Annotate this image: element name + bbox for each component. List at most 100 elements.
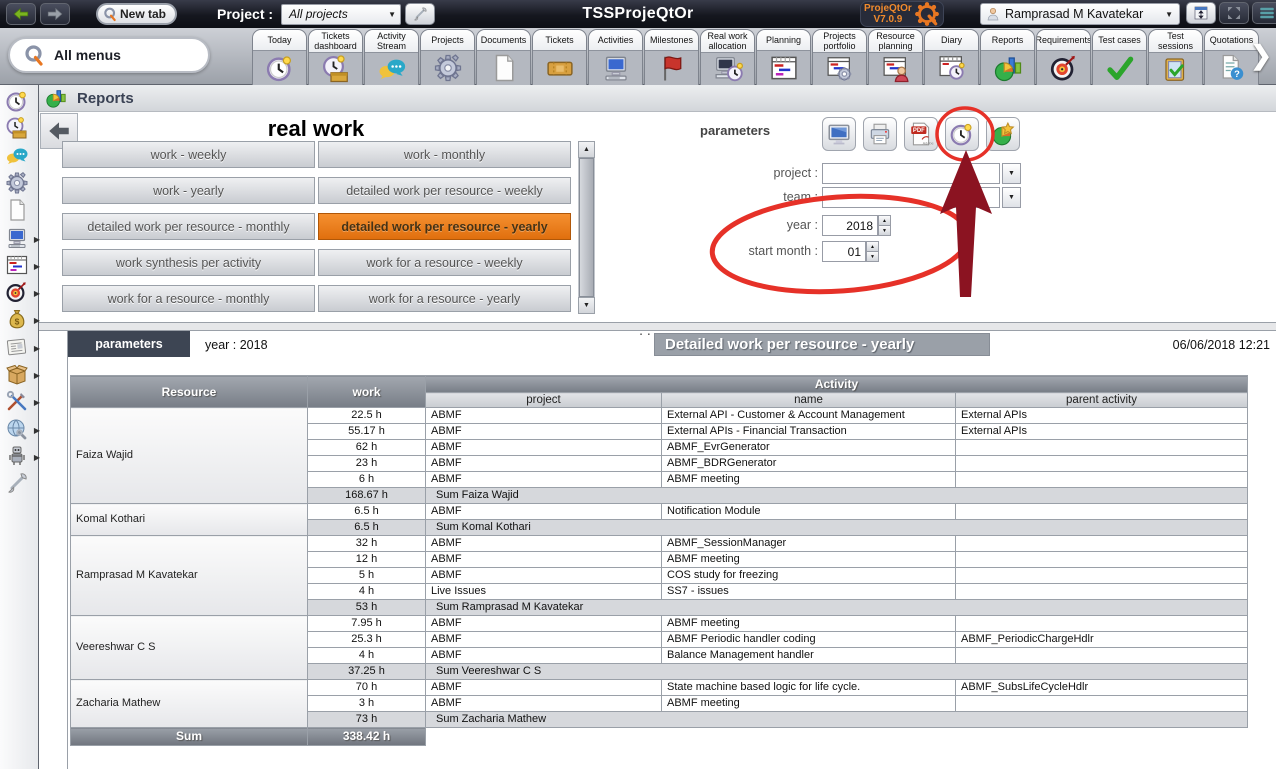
export-pdf-button[interactable]: PDFAdobe — [904, 117, 938, 151]
new-tab-button[interactable]: New tab — [96, 3, 177, 25]
group-sum-label: Sum Faiza Wajid — [426, 488, 1248, 504]
start_month-spin-up[interactable]: ▲ — [866, 241, 879, 252]
clock-icon — [253, 51, 306, 85]
year-spin-up[interactable]: ▲ — [878, 215, 891, 226]
tab-requirements[interactable]: Requirements — [1036, 29, 1091, 85]
forward-button[interactable] — [40, 3, 70, 25]
group-sum-work: 168.67 h — [308, 488, 426, 504]
tab-planning[interactable]: Planning — [756, 29, 811, 85]
list-icon — [1258, 4, 1276, 22]
sidebar-item-tickets-dashboard[interactable] — [5, 116, 37, 142]
footer-empty — [426, 728, 1248, 746]
scroll-up-button[interactable]: ▲ — [578, 141, 595, 158]
tab-milestones[interactable]: Milestones — [644, 29, 699, 85]
resource-cell: Veereshwar C S — [71, 616, 308, 680]
tab-projects-portfolio[interactable]: Projects portfolio — [812, 29, 867, 85]
parameters-title: parameters — [700, 123, 770, 138]
splitter[interactable]: ▪ ▪ ▪ ▪ ▪ — [39, 322, 1276, 331]
sidebar-item-settings[interactable] — [5, 471, 37, 497]
sidebar-item-products[interactable]: ▶ — [5, 362, 37, 388]
sidebar-item-tools[interactable]: ▶ — [5, 389, 37, 415]
tab-tickets-dashboard[interactable]: Tickets dashboard — [308, 29, 363, 85]
tab-label: Activities — [589, 30, 642, 51]
tab-resource-planning[interactable]: Resource planning — [868, 29, 923, 85]
back-button[interactable] — [6, 3, 36, 25]
fullscreen-button[interactable] — [1219, 2, 1249, 24]
tab-activity-stream[interactable]: Activity Stream — [364, 29, 419, 85]
chart-icon — [981, 51, 1034, 85]
pie-star-icon — [990, 121, 1016, 147]
report-table: Resource work Activity project name pare… — [70, 375, 1248, 746]
start_month-spin-down[interactable]: ▼ — [866, 252, 879, 262]
team-input[interactable] — [822, 187, 1000, 208]
split-view-button[interactable] — [1186, 2, 1216, 24]
user-name: Ramprasad M Kavatekar — [1005, 7, 1161, 21]
print-button[interactable] — [863, 117, 897, 151]
project-field-row: project :▼ — [0, 163, 1030, 184]
tab-diary[interactable]: Diary — [924, 29, 979, 85]
menu-list-button[interactable] — [1252, 2, 1276, 24]
scroll-down-button[interactable]: ▼ — [578, 297, 595, 314]
work-cell: 55.17 h — [308, 424, 426, 440]
forward-arrow-icon — [46, 5, 64, 23]
menu-overflow-chevron[interactable]: ❯ — [1250, 40, 1272, 71]
project-cell: ABMF — [426, 568, 662, 584]
all-menus-label: All menus — [54, 47, 121, 63]
project-cell: ABMF — [426, 536, 662, 552]
user-select[interactable]: Ramprasad M Kavatekar ▼ — [980, 3, 1180, 25]
project-select-value: All projects — [289, 7, 388, 21]
group-sum-label: Sum Ramprasad M Kavatekar — [426, 600, 1248, 616]
tab-test-cases[interactable]: Test cases — [1092, 29, 1147, 85]
sidebar-item-requirements[interactable]: ▶ — [5, 280, 37, 306]
all-menus-button[interactable]: All menus — [8, 37, 210, 73]
sidebar-item-administration[interactable]: ▶ — [5, 417, 37, 443]
year-spinner[interactable]: ▲▼ — [878, 215, 891, 236]
brand-badge: ProjeQtOr V7.0.9 — [860, 1, 944, 27]
sidebar-item-news[interactable]: ▶ — [5, 335, 37, 361]
project-dropdown-button[interactable]: ▼ — [1002, 163, 1021, 184]
clock-button[interactable] — [945, 117, 979, 151]
work-cell: 4 h — [308, 584, 426, 600]
table-row: Zacharia Mathew70 hABMFState machine bas… — [71, 680, 1248, 696]
tab-reports[interactable]: Reports — [980, 29, 1035, 85]
favorite-report-button[interactable] — [986, 117, 1020, 151]
project-select[interactable]: All projects ▼ — [281, 4, 401, 25]
start_month-spinner[interactable]: ▲▼ — [866, 241, 879, 262]
check-icon — [1093, 51, 1146, 85]
tab-documents[interactable]: Documents — [476, 29, 531, 85]
sidebar-item-automation[interactable]: ▶ — [5, 444, 37, 470]
year-spin-down[interactable]: ▼ — [878, 226, 891, 236]
ticket-icon — [533, 51, 586, 85]
col-work: work — [308, 376, 426, 408]
tab-activities[interactable]: Activities — [588, 29, 643, 85]
report-button-work-for-a-resource-monthly[interactable]: work for a resource - monthly — [62, 285, 315, 312]
tab-label: Real work allocation — [701, 30, 754, 53]
box-icon — [5, 362, 29, 386]
sidebar-item-financial[interactable]: $▶ — [5, 307, 37, 333]
sidebar-item-today[interactable] — [5, 89, 37, 115]
work-cell: 12 h — [308, 552, 426, 568]
work-cell: 7.95 h — [308, 616, 426, 632]
tab-projects[interactable]: Projects — [420, 29, 475, 85]
project-input[interactable] — [822, 163, 1000, 184]
col-name: name — [662, 393, 956, 408]
project-cell: ABMF — [426, 616, 662, 632]
gear-icon — [421, 51, 474, 85]
edit-project-button[interactable] — [405, 3, 435, 25]
start_month-input[interactable] — [822, 241, 866, 262]
work-cell: 23 h — [308, 456, 426, 472]
resource-cell: Ramprasad M Kavatekar — [71, 536, 308, 616]
resource-cell: Faiza Wajid — [71, 408, 308, 504]
display-button[interactable] — [822, 117, 856, 151]
parameters-tab[interactable]: parameters — [68, 331, 190, 357]
parent-activity-cell — [956, 456, 1248, 472]
tab-real-work-allocation[interactable]: Real work allocation — [700, 29, 755, 85]
tab-test-sessions[interactable]: Test sessions — [1148, 29, 1203, 85]
tab-tickets[interactable]: Tickets — [532, 29, 587, 85]
report-button-work-for-a-resource-yearly[interactable]: work for a resource - yearly — [318, 285, 571, 312]
tab-today[interactable]: Today — [252, 29, 307, 85]
work-cell: 5 h — [308, 568, 426, 584]
footer-sum-total: 338.42 h — [308, 728, 426, 746]
year-input[interactable] — [822, 215, 878, 236]
team-dropdown-button[interactable]: ▼ — [1002, 187, 1021, 208]
